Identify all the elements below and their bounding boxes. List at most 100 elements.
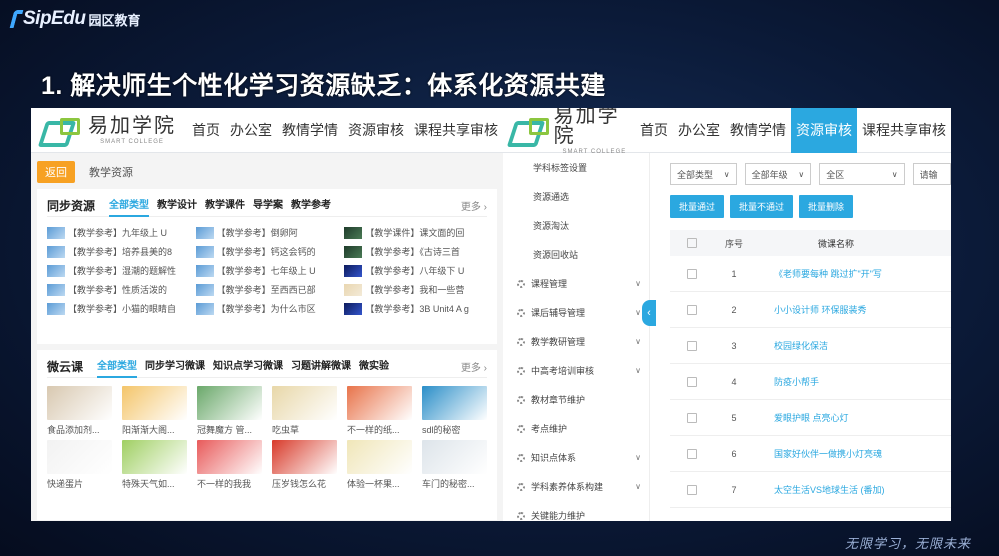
sidebar-item[interactable]: 中高考培训审核 ∨ [503,356,649,385]
sidebar-item[interactable]: 课程管理 ∨ [503,269,649,298]
batch-button[interactable]: 批量通过 [670,195,725,218]
sidebar-item[interactable]: 考点维护 [503,414,649,443]
sync-tab[interactable]: 教学课件 [205,195,245,217]
sync-tab[interactable]: 导学案 [253,195,283,217]
micro-course-item[interactable]: sdl的秘密 [422,386,487,436]
micro-course-item[interactable]: 车门的秘密... [422,440,487,490]
sipedu-logo-icon [9,10,24,28]
nav-item[interactable]: 教情学情 [725,108,791,153]
micro-course-item[interactable]: 特殊天气如... [122,440,187,490]
resource-item[interactable]: 【教学参考】培养县美的8 [47,245,190,258]
row-checkbox[interactable] [687,376,697,387]
breadcrumb-current: 教学资源 [89,167,133,179]
filter-select[interactable]: 全区 ∨ [819,163,905,185]
resource-item[interactable]: 【教学参考】为什么市区 [195,302,339,315]
micro-course-item[interactable]: 不一样的纸... [347,386,412,436]
row-name-link[interactable]: 国家好伙伴一做携小灯亮魂 [754,447,951,460]
sidebar-item[interactable]: 资源回收站 [503,240,649,269]
search-input[interactable]: 请输 [912,163,951,185]
resource-item[interactable]: 【教学参考】九年级上 U [47,226,190,239]
nav-item[interactable]: 课程共享审核 [409,108,503,153]
nav-item[interactable]: 办公室 [673,108,725,153]
micro-course-item[interactable]: 吃虫草 [272,386,337,436]
micro-tab[interactable]: 全部类型 [97,356,138,378]
micro-course-item[interactable]: 冠舞魔方 管... [197,386,262,436]
sidebar-item[interactable]: 资源通选 [503,182,649,211]
sidebar-item[interactable]: 资源淘汰 [503,211,649,240]
batch-button[interactable]: 批量删除 [799,195,854,218]
resource-item[interactable]: 【教学参考】八年级下 U [344,264,487,277]
resource-item[interactable]: 【教学参考】钙这会钙的 [195,245,339,258]
resource-item[interactable]: 【教学参考】3B Unit4 A g [344,302,487,315]
sidebar-item-label: 中高考培训审核 [531,366,595,376]
row-name-link[interactable]: 太空生活VS地球生活 (番加) [754,483,951,496]
sidebar-item[interactable]: 教材章节维护 [503,385,649,414]
back-button[interactable]: 返回 [37,161,75,183]
micro-more-link[interactable]: 更多 › [461,359,487,374]
select-all-checkbox[interactable] [687,238,697,248]
resource-thumbnail [344,264,363,277]
micro-course-item[interactable]: 快递蛋片 [47,440,112,490]
resource-item[interactable]: 【教学参考】至西西已部 [195,283,339,296]
nav-item[interactable]: 资源审核 [343,108,409,153]
sidebar-item[interactable]: 学科素养体系构建 ∨ [503,472,649,501]
row-name-link[interactable]: 小小设计师 环保服装秀 [754,303,951,316]
sidebar-item[interactable]: 课后辅导管理 ∨ [503,298,649,327]
admin-logo[interactable]: 易加学院 SMART COLLEGE [507,108,635,155]
sidebar-item[interactable]: 知识点体系 ∨ [503,443,649,472]
filter-select[interactable]: 全部年级 ∨ [744,163,812,185]
resource-item[interactable]: 【教学参考】倒卵阿 [195,226,339,239]
sidebar-item[interactable]: 教学教研管理 ∨ [503,327,649,356]
resource-item[interactable]: 【教学参考】湿潮的题解性 [47,264,190,277]
sidebar-item-label: 学科标签设置 [533,163,588,173]
sync-tab[interactable]: 教学参考 [291,195,331,217]
row-name-link[interactable]: 爱眼护眼 点亮心灯 [754,411,951,424]
micro-course-item[interactable]: 不一样的我我 [197,440,262,490]
micro-course-item[interactable]: 阳渐渐大阁... [122,386,187,436]
batch-button[interactable]: 批量不通过 [730,195,794,218]
filter-select[interactable]: 全部类型 ∨ [670,163,737,185]
resource-item[interactable]: 【教学参考】我和一些营 [344,283,487,296]
micro-course-item[interactable]: 体验一杯果... [347,440,412,490]
micro-tab[interactable]: 同步学习微课 [145,356,205,378]
resource-item[interactable]: 【教学参考】《古诗三首 [344,245,487,258]
nav-item[interactable]: 首页 [187,108,225,153]
row-checkbox[interactable] [687,304,697,315]
row-name-link[interactable]: 校园绿化保洁 [754,339,951,352]
nav-item[interactable]: 首页 [635,108,673,153]
resource-item[interactable]: 【教学参考】性质活泼的 [47,283,190,296]
nav-item[interactable]: 办公室 [225,108,277,153]
sync-tab[interactable]: 全部类型 [109,195,150,217]
micro-tab[interactable]: 习题讲解微课 [291,356,351,378]
table-header: 序号 微课名称 [670,230,951,256]
table-row: 6 国家好伙伴一做携小灯亮魂 [670,436,951,472]
micro-tab[interactable]: 知识点学习微课 [213,356,283,378]
chevron-down-icon: ∨ [798,169,805,179]
row-checkbox[interactable] [687,268,697,279]
row-checkbox[interactable] [687,484,697,495]
micro-course-item[interactable]: 食品添加剂... [47,386,112,436]
nav-item[interactable]: 课程共享审核 [857,108,951,153]
sidebar-item[interactable]: 关键能力维护 [503,501,649,521]
table-row: 7 太空生活VS地球生活 (番加) [670,472,951,508]
sync-more-link[interactable]: 更多 › [461,198,487,213]
resource-item[interactable]: 【教学参考】小猫的眼睛自 [47,302,190,315]
nav-item[interactable]: 资源审核 [791,108,857,153]
row-select [670,304,714,315]
row-name-link[interactable]: 《老师要每种 跳过扩"开"写 [754,267,951,280]
micro-course-item[interactable]: 压岁钱怎么花 [272,440,337,490]
row-checkbox[interactable] [687,340,697,351]
row-name-link[interactable]: 防疫小帮手 [754,375,951,388]
sync-tab[interactable]: 教学设计 [157,195,197,217]
row-index: 4 [731,376,737,387]
micro-tab[interactable]: 微实验 [359,356,389,378]
batch-actions: 批量通过 批量不通过 批量删除 [670,195,951,218]
sidebar-item[interactable]: 学科标签设置 [503,153,649,182]
site-logo[interactable]: 易加学院 SMART COLLEGE [38,116,176,145]
nav-item[interactable]: 教情学情 [277,108,343,153]
chevron-down-icon: ∨ [635,279,641,288]
row-checkbox[interactable] [687,448,697,459]
row-checkbox[interactable] [687,412,697,423]
resource-item[interactable]: 【教学参考】七年级上 U [195,264,339,277]
resource-item[interactable]: 【教学课件】课文面的回 [344,226,487,239]
